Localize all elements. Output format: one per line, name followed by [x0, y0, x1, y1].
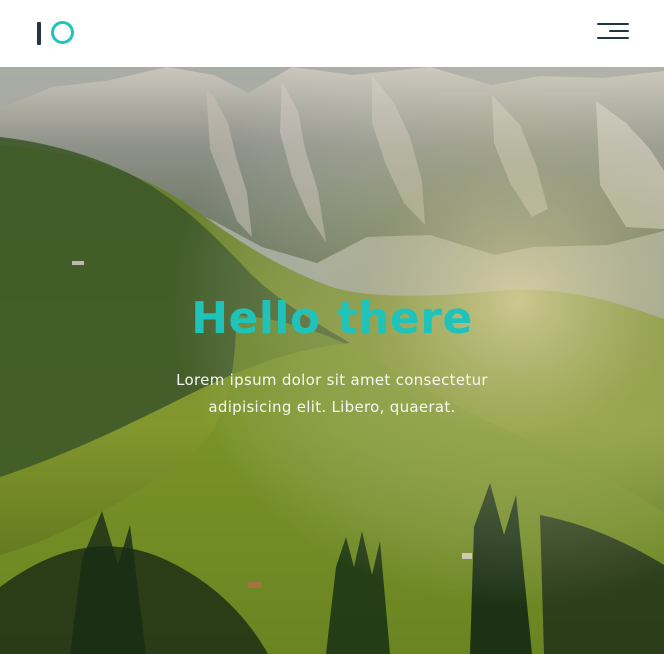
menu-line-top	[597, 23, 629, 25]
logo-bar-shape	[37, 22, 41, 45]
top-navigation-bar	[0, 0, 664, 67]
logo-ring-shape	[51, 21, 74, 44]
menu-line-bottom	[597, 37, 629, 39]
site-logo[interactable]	[37, 20, 79, 46]
hero-banner: Hello there Lorem ipsum dolor sit amet c…	[0, 67, 664, 654]
hero-subtitle: Lorem ipsum dolor sit amet consectetur a…	[176, 371, 488, 416]
menu-line-middle	[609, 30, 629, 32]
hamburger-menu-button[interactable]	[597, 21, 631, 42]
landing-page: Hello there Lorem ipsum dolor sit amet c…	[0, 0, 664, 654]
hero-title: Hello there	[191, 293, 473, 344]
hero-content: Hello there Lorem ipsum dolor sit amet c…	[92, 291, 572, 421]
